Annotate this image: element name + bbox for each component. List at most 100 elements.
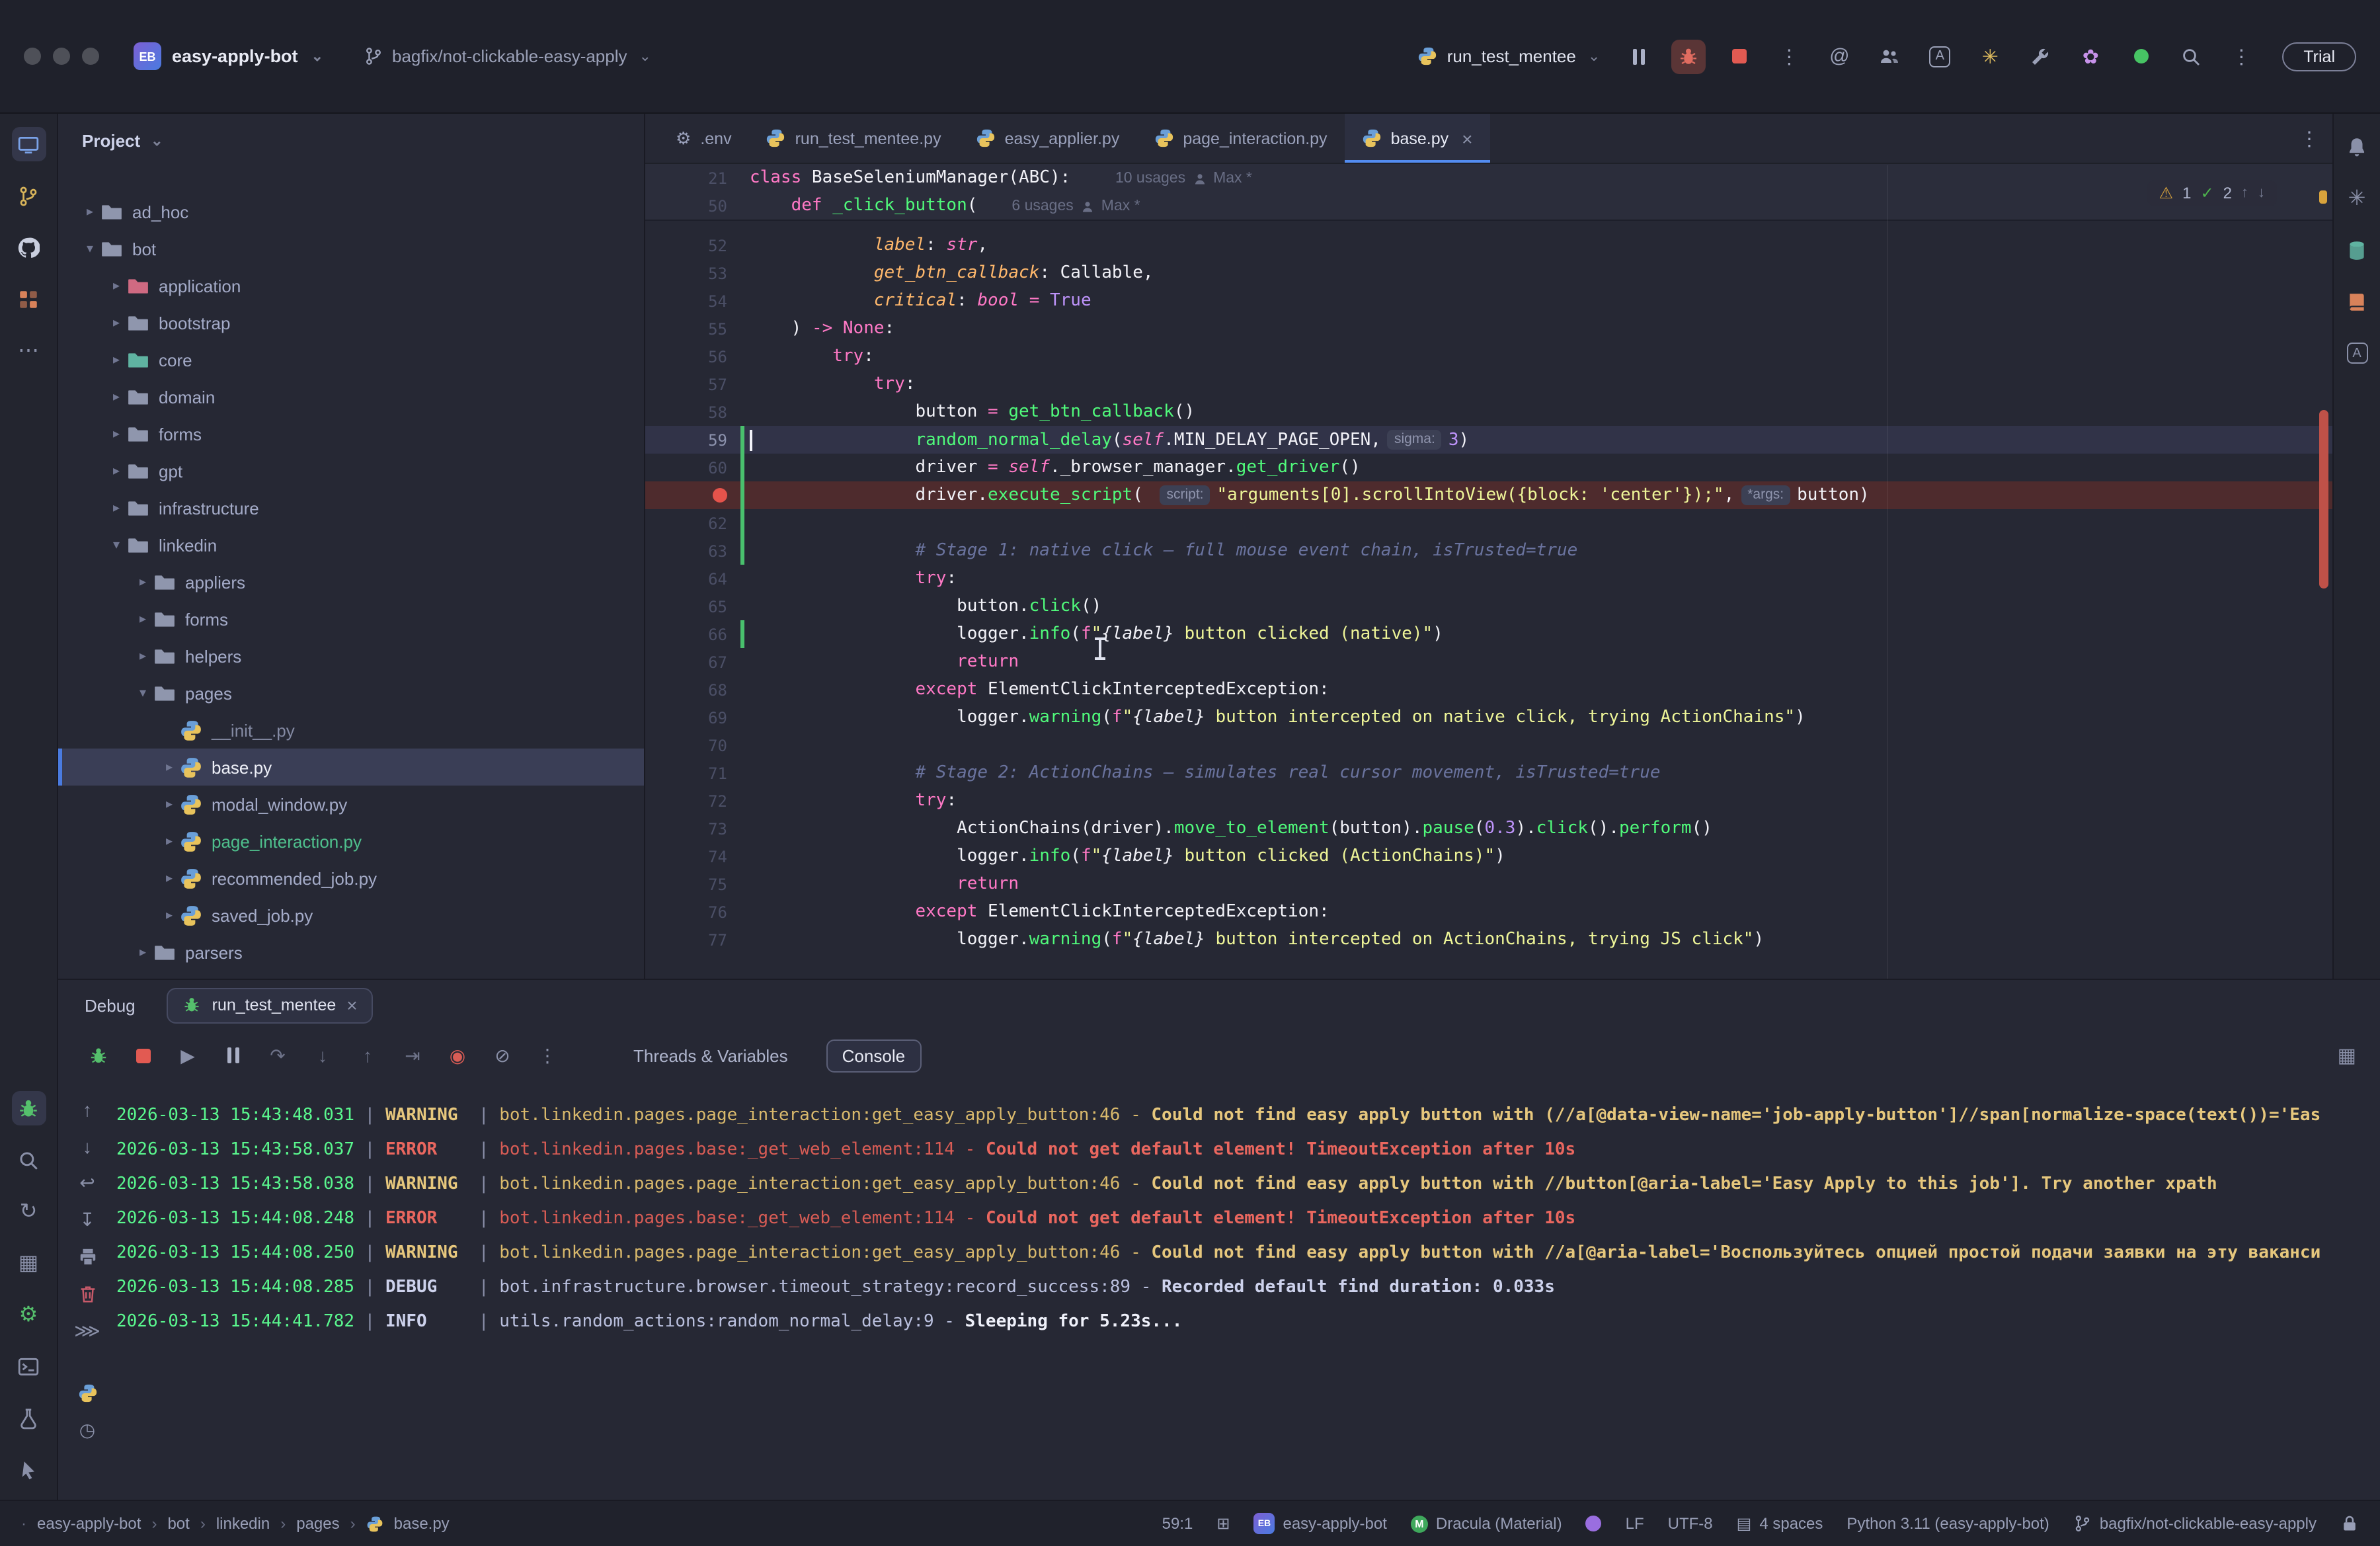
breadcrumb-item[interactable]: easy-apply-bot [37, 1514, 141, 1533]
chevron-icon[interactable]: ▸ [79, 204, 100, 219]
line-number[interactable]: 71 [645, 764, 740, 782]
code-line-65[interactable]: 65 button.click() [645, 592, 2332, 620]
chevron-icon[interactable]: ▾ [106, 538, 127, 552]
layout-settings-icon[interactable]: ▦ [2338, 1043, 2356, 1067]
line-number[interactable]: 64 [645, 569, 740, 588]
line-number[interactable]: 58 [645, 403, 740, 421]
code-line-60[interactable]: 60 driver = self._browser_manager.get_dr… [645, 454, 2332, 481]
tree-item-forms[interactable]: ▸forms [58, 600, 644, 637]
code-line-75[interactable]: 75 return [645, 870, 2332, 898]
sticky-line-50[interactable]: 50 def _click_button(6 usagesMax * [645, 192, 2332, 220]
code-line-58[interactable]: 58 button = get_btn_callback() [645, 398, 2332, 426]
tree-item-bot[interactable]: ▾bot [58, 230, 644, 267]
breakpoint-gutter[interactable] [645, 488, 740, 503]
project-panel-header[interactable]: Project ⌄ [58, 114, 644, 167]
step-out-icon[interactable]: ↑ [352, 1039, 383, 1071]
chevron-icon[interactable]: ▸ [106, 389, 127, 404]
clear-console-icon[interactable] [75, 1282, 100, 1307]
line-number[interactable]: 65 [645, 597, 740, 616]
scroll-up-icon[interactable]: ↑ [75, 1096, 100, 1121]
pause-icon[interactable] [217, 1039, 249, 1071]
tree-item-domain[interactable]: ▸domain [58, 378, 644, 415]
scroll-to-end-icon[interactable]: ↧ [75, 1207, 100, 1233]
indent-style[interactable]: ▤4 spaces [1737, 1514, 1823, 1533]
tree-item-application[interactable]: ▸application [58, 267, 644, 304]
tree-item-pages[interactable]: ▾pages [58, 674, 644, 712]
theme-widget[interactable]: MDracula (Material) [1411, 1514, 1562, 1533]
caret-position[interactable]: 59:1 [1162, 1514, 1193, 1533]
code-line-67[interactable]: 67 return [645, 648, 2332, 676]
line-number[interactable]: 72 [645, 792, 740, 810]
notifications-icon[interactable] [2340, 130, 2374, 164]
chevron-icon[interactable]: ▸ [106, 278, 127, 293]
lock-widget[interactable] [2340, 1514, 2359, 1533]
tree-item-ad_hoc[interactable]: ▸ad_hoc [58, 193, 644, 230]
project-selector[interactable]: EB easy-apply-bot ⌄ [134, 42, 323, 70]
sparkle-icon[interactable]: ✳ [1973, 39, 2007, 73]
debug-more-icon[interactable]: ⋮ [532, 1039, 563, 1071]
editor-tab-easy_applier-py[interactable]: easy_applier.py [959, 114, 1137, 163]
grid-status-icon[interactable]: ⊞ [1216, 1514, 1230, 1533]
line-number[interactable]: 55 [645, 319, 740, 338]
breadcrumb-item[interactable]: linkedin [216, 1514, 270, 1533]
git-branch-selector[interactable]: bagfix/not-clickable-easy-apply ⌄ [363, 46, 651, 66]
soft-wrap-icon[interactable]: ↩ [75, 1170, 100, 1196]
debug-session-tab[interactable]: run_test_mentee × [167, 987, 374, 1023]
tree-item-gpt[interactable]: ▸gpt [58, 452, 644, 489]
tree-item-core[interactable]: ▸core [58, 341, 644, 378]
tree-item-parsers[interactable]: ▸parsers [58, 934, 644, 971]
tab-console[interactable]: Console [826, 1039, 921, 1072]
chevron-icon[interactable]: ▸ [159, 797, 180, 811]
close-window-button[interactable] [24, 48, 41, 65]
search-tool-icon[interactable] [11, 1143, 46, 1177]
more-tools-icon[interactable]: ⋯ [11, 333, 46, 368]
attach-python-icon[interactable] [75, 1381, 100, 1406]
line-number[interactable]: 60 [645, 458, 740, 477]
tree-item-saved_job-py[interactable]: ▸saved_job.py [58, 897, 644, 934]
code-line-74[interactable]: 74 logger.info(f"{label} button clicked … [645, 842, 2332, 870]
code-line-53[interactable]: 53 get_btn_callback: Callable, [645, 259, 2332, 287]
tree-item-linkedin[interactable]: ▾linkedin [58, 526, 644, 563]
line-number[interactable]: 54 [645, 292, 740, 310]
python-interpreter[interactable]: Python 3.11 (easy-apply-bot) [1846, 1514, 2049, 1533]
editor-tab--env[interactable]: ⚙.env [658, 114, 749, 163]
project-widget[interactable]: EBeasy-apply-bot [1253, 1513, 1386, 1534]
commit-tool-icon[interactable] [11, 179, 46, 213]
sticky-line-21[interactable]: 21class BaseSeleniumManager(ABC): 10 usa… [645, 164, 2332, 192]
line-number[interactable]: 69 [645, 708, 740, 727]
chevron-icon[interactable]: ▸ [132, 612, 153, 626]
scrollbar-error-stripe[interactable] [2319, 410, 2328, 589]
breadcrumb-item[interactable]: pages [296, 1514, 339, 1533]
services-tool-icon[interactable] [11, 282, 46, 316]
inspections-widget[interactable]: ⚠ 1 ✓ 2 ↑ ↓ [2147, 180, 2277, 206]
tab-threads-variables[interactable]: Threads & Variables [619, 1040, 803, 1071]
next-issue-icon[interactable]: ↓ [2258, 185, 2265, 201]
documentation-icon[interactable] [2340, 284, 2374, 319]
chevron-icon[interactable]: ▸ [106, 464, 127, 478]
chevron-icon[interactable]: ▸ [159, 871, 180, 885]
editor-tab-base-py[interactable]: base.py× [1345, 114, 1490, 163]
tab-options-icon[interactable]: ⋮ [2299, 126, 2319, 150]
code-line-63[interactable]: 63 # Stage 1: native click — full mouse … [645, 537, 2332, 565]
tree-item-forms[interactable]: ▸forms [58, 415, 644, 452]
ai-assistant-icon[interactable]: ✳ [2340, 181, 2374, 216]
chevron-icon[interactable]: ▾ [132, 686, 153, 700]
debug-icon[interactable] [1671, 39, 1706, 73]
line-number[interactable]: 53 [645, 264, 740, 282]
code-line-77[interactable]: 77 logger.warning(f"{label} button inter… [645, 926, 2332, 954]
breadcrumb-item[interactable]: base.py [394, 1514, 450, 1533]
terminal-tool-icon[interactable] [11, 1349, 46, 1383]
trial-badge[interactable]: Trial [2282, 42, 2356, 71]
sync-tool-icon[interactable]: ↻ [11, 1194, 46, 1229]
more-console-icon[interactable]: ⋙ [75, 1319, 100, 1344]
problems-tool-icon[interactable] [11, 1401, 46, 1435]
code-line-66[interactable]: 66 logger.info(f"{label} button clicked … [645, 620, 2332, 648]
line-number[interactable]: 76 [645, 903, 740, 921]
project-tool-icon[interactable] [11, 127, 46, 161]
tree-item-infrastructure[interactable]: ▸infrastructure [58, 489, 644, 526]
code-line-73[interactable]: 73 ActionChains(driver).move_to_element(… [645, 815, 2332, 842]
tree-item-page_interaction-py[interactable]: ▸page_interaction.py [58, 823, 644, 860]
chevron-icon[interactable]: ▸ [159, 908, 180, 922]
tree-item-base-py[interactable]: ▸base.py [58, 749, 644, 786]
line-number[interactable]: 50 [645, 196, 740, 215]
